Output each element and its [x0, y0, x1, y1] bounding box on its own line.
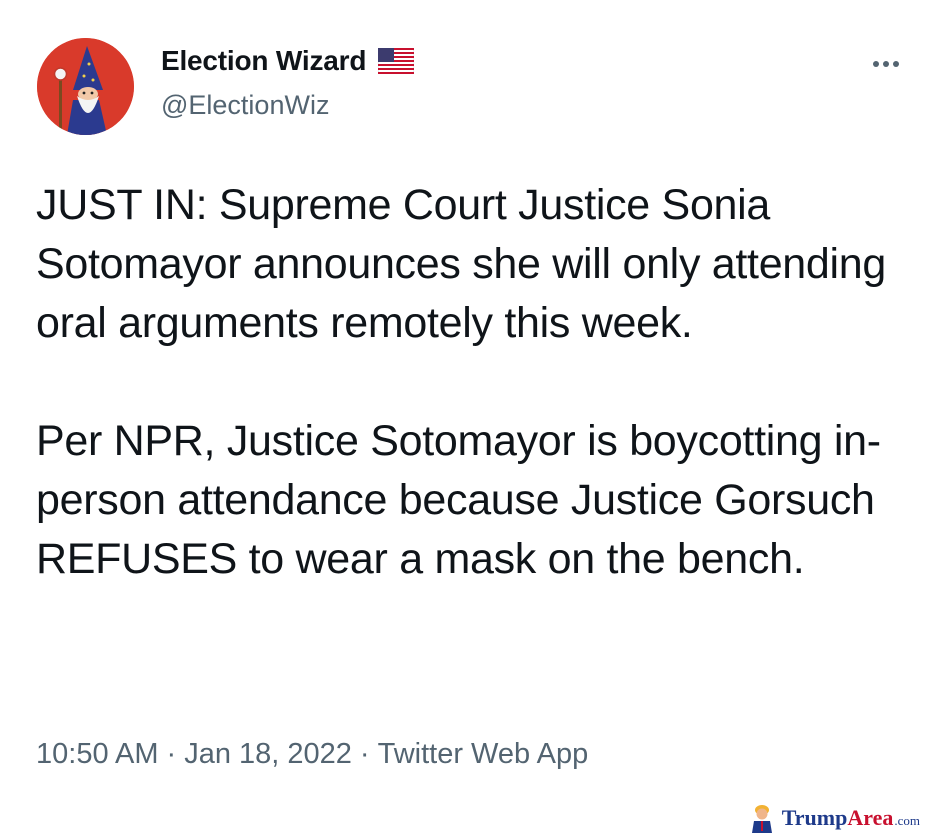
- meta-separator: ·: [166, 738, 177, 770]
- more-dots-icon: [873, 61, 879, 67]
- avatar[interactable]: [37, 38, 134, 135]
- wizard-avatar-icon: [37, 38, 134, 135]
- us-flag-icon: [378, 48, 415, 74]
- display-name-row[interactable]: Election Wizard: [161, 45, 415, 77]
- tweet-text: JUST IN: Supreme Court Justice Sonia Sot…: [36, 176, 916, 589]
- trump-figure-icon: [751, 805, 772, 833]
- more-options-button[interactable]: [866, 50, 906, 78]
- watermark: TrumpArea.com: [748, 803, 920, 833]
- tweet-paragraph-1: JUST IN: Supreme Court Justice Sonia Sot…: [36, 181, 887, 347]
- tweet-source[interactable]: Twitter Web App: [378, 738, 589, 770]
- more-dots-icon: [883, 61, 889, 67]
- watermark-text-b: Area: [847, 805, 894, 830]
- meta-separator: ·: [359, 738, 370, 770]
- more-dots-icon: [893, 61, 899, 67]
- tweet-time[interactable]: 10:50 AM: [36, 738, 159, 770]
- tweet-date[interactable]: Jan 18, 2022: [184, 738, 352, 770]
- tweet-metadata: 10:50 AM · Jan 18, 2022 · Twitter Web App: [36, 738, 588, 771]
- watermark-text-c: .com: [894, 813, 920, 828]
- display-name[interactable]: Election Wizard: [161, 45, 366, 77]
- tweet-paragraph-2: Per NPR, Justice Sotomayor is boycotting…: [36, 417, 881, 583]
- user-handle[interactable]: @ElectionWiz: [161, 90, 329, 121]
- watermark-text-a: Trump: [781, 805, 848, 830]
